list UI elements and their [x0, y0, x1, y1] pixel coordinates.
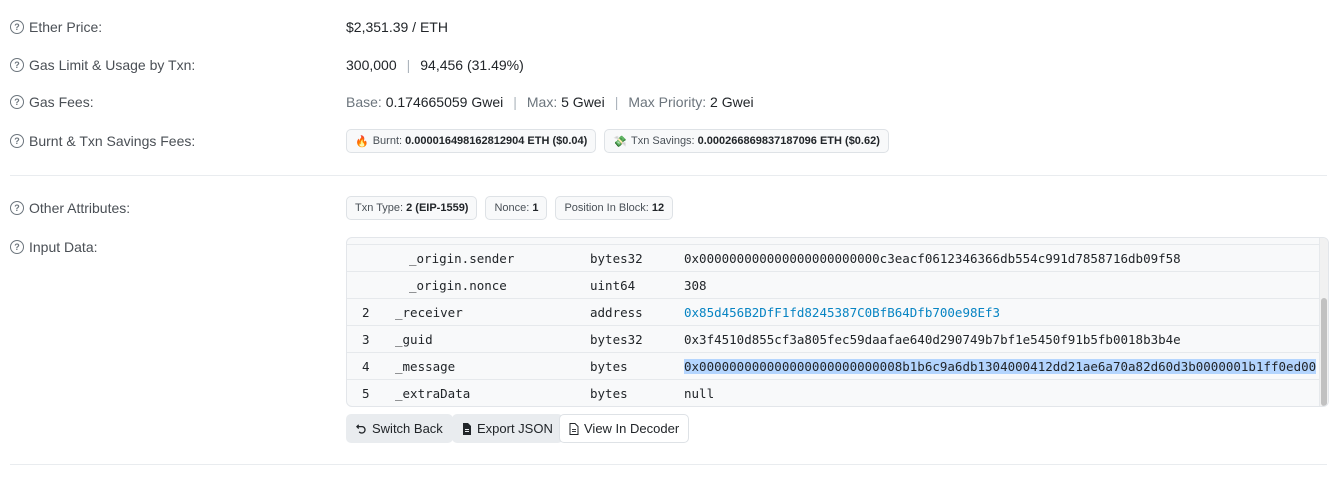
divider: [10, 464, 1327, 465]
nonce-badge: Nonce: 1: [485, 196, 548, 220]
scrollbar-thumb[interactable]: [1321, 298, 1327, 406]
separator: |: [513, 94, 517, 110]
param-name: _origin.sender: [409, 250, 515, 266]
question-circle-icon[interactable]: ?: [10, 58, 24, 72]
separator: |: [406, 57, 411, 73]
divider: [10, 175, 1327, 176]
money-wings-icon: 💸: [613, 135, 628, 148]
max-fee-label: Max:: [526, 94, 558, 110]
gas-fees-label: ? Gas Fees:: [10, 94, 340, 110]
input-data-label: ? Input Data:: [10, 239, 340, 255]
view-in-decoder-button[interactable]: View In Decoder: [559, 414, 690, 443]
table-row: 4 _message bytes 0x000000000000000000000…: [347, 352, 1320, 379]
param-value-selected[interactable]: 0x000000000000000000000000008b1b6c9a6db1…: [684, 358, 1317, 374]
burnt-savings-value: 🔥 Burnt: 0.000016498162812904 ETH ($0.04…: [346, 129, 897, 153]
gas-fees-value: Base: 0.174665059 Gwei | Max: 5 Gwei | M…: [346, 94, 754, 110]
table-row: _origin.sender bytes32 0x000000000000000…: [347, 244, 1320, 271]
separator: |: [614, 94, 619, 110]
param-name: _receiver: [395, 304, 463, 320]
other-attributes-value: Txn Type: 2 (EIP-1559) Nonce: 1 Position…: [346, 196, 681, 220]
param-value: 308: [684, 277, 707, 293]
param-type: bytes: [590, 385, 628, 401]
gas-fees-row: ? Gas Fees: Base: 0.174665059 Gwei | Max…: [10, 92, 1327, 112]
question-circle-icon[interactable]: ?: [10, 95, 24, 109]
txn-type-badge: Txn Type: 2 (EIP-1559): [346, 196, 478, 220]
gas-limit-row: ? Gas Limit & Usage by Txn: 300,000 | 94…: [10, 55, 1327, 75]
question-circle-icon[interactable]: ?: [10, 20, 24, 34]
position-badge: Position In Block: 12: [555, 196, 674, 220]
burnt-savings-row: ? Burnt & Txn Savings Fees: 🔥 Burnt: 0.0…: [10, 128, 1327, 154]
document-icon: [569, 422, 579, 435]
input-data-table[interactable]: _origin.sender bytes32 0x000000000000000…: [346, 237, 1329, 407]
switch-back-button[interactable]: Switch Back: [346, 414, 453, 443]
param-name: _message: [395, 358, 456, 374]
param-type: bytes32: [590, 331, 643, 347]
question-circle-icon[interactable]: ?: [10, 240, 24, 254]
max-priority-value: 2 Gwei: [710, 94, 754, 110]
param-value: 0x3f4510d855cf3a805fec59daafae640d290749…: [684, 331, 1181, 347]
file-icon: [462, 422, 472, 435]
gas-limit-value: 300,000 | 94,456 (31.49%): [346, 57, 524, 73]
table-row: _origin.nonce uint64 308: [347, 271, 1320, 298]
txn-savings-badge: 💸 Txn Savings: 0.000266869837187096 ETH …: [604, 129, 889, 153]
gas-usage: 94,456 (31.49%): [420, 57, 524, 73]
param-type: bytes32: [590, 250, 643, 266]
max-fee-value: 5 Gwei: [561, 94, 605, 110]
vertical-scrollbar[interactable]: [1319, 238, 1328, 406]
param-value: null: [684, 385, 715, 401]
undo-icon: [356, 423, 367, 434]
ether-price-value: $2,351.39 / ETH: [346, 19, 448, 35]
max-priority-label: Max Priority:: [628, 94, 707, 110]
question-circle-icon[interactable]: ?: [10, 201, 24, 215]
gas-limit-label: ? Gas Limit & Usage by Txn:: [10, 57, 340, 73]
gas-limit: 300,000: [346, 57, 397, 73]
other-attributes-row: ? Other Attributes: Txn Type: 2 (EIP-155…: [10, 195, 1327, 221]
param-name: _guid: [395, 331, 433, 347]
base-fee-label: Base:: [346, 94, 382, 110]
param-type: uint64: [590, 277, 636, 293]
param-type: address: [590, 304, 643, 320]
table-row: 5 _extraData bytes null: [347, 379, 1320, 406]
param-value: 0x000000000000000000000000c3eacf06123463…: [684, 250, 1181, 266]
question-circle-icon[interactable]: ?: [10, 134, 24, 148]
fire-icon: 🔥: [355, 135, 369, 148]
receiver-address-link[interactable]: 0x85d456B2DfF1fd8245387C0BfB64Dfb700e98E…: [684, 305, 1000, 320]
table-row: 2 _receiver address 0x85d456B2DfF1fd8245…: [347, 298, 1320, 325]
table-row: 3 _guid bytes32 0x3f4510d855cf3a805fec59…: [347, 325, 1320, 352]
other-attributes-label: ? Other Attributes:: [10, 200, 340, 216]
burnt-savings-label: ? Burnt & Txn Savings Fees:: [10, 133, 340, 149]
ether-price-row: ? Ether Price: $2,351.39 / ETH: [10, 17, 1327, 37]
export-json-button[interactable]: Export JSON: [452, 414, 563, 443]
burnt-badge: 🔥 Burnt: 0.000016498162812904 ETH ($0.04…: [346, 129, 597, 153]
base-fee-value: 0.174665059 Gwei: [385, 94, 504, 110]
ether-price-label: ? Ether Price:: [10, 19, 340, 35]
param-name: _extraData: [395, 385, 471, 401]
param-type: bytes: [590, 358, 628, 374]
param-name: _origin.nonce: [409, 277, 507, 293]
